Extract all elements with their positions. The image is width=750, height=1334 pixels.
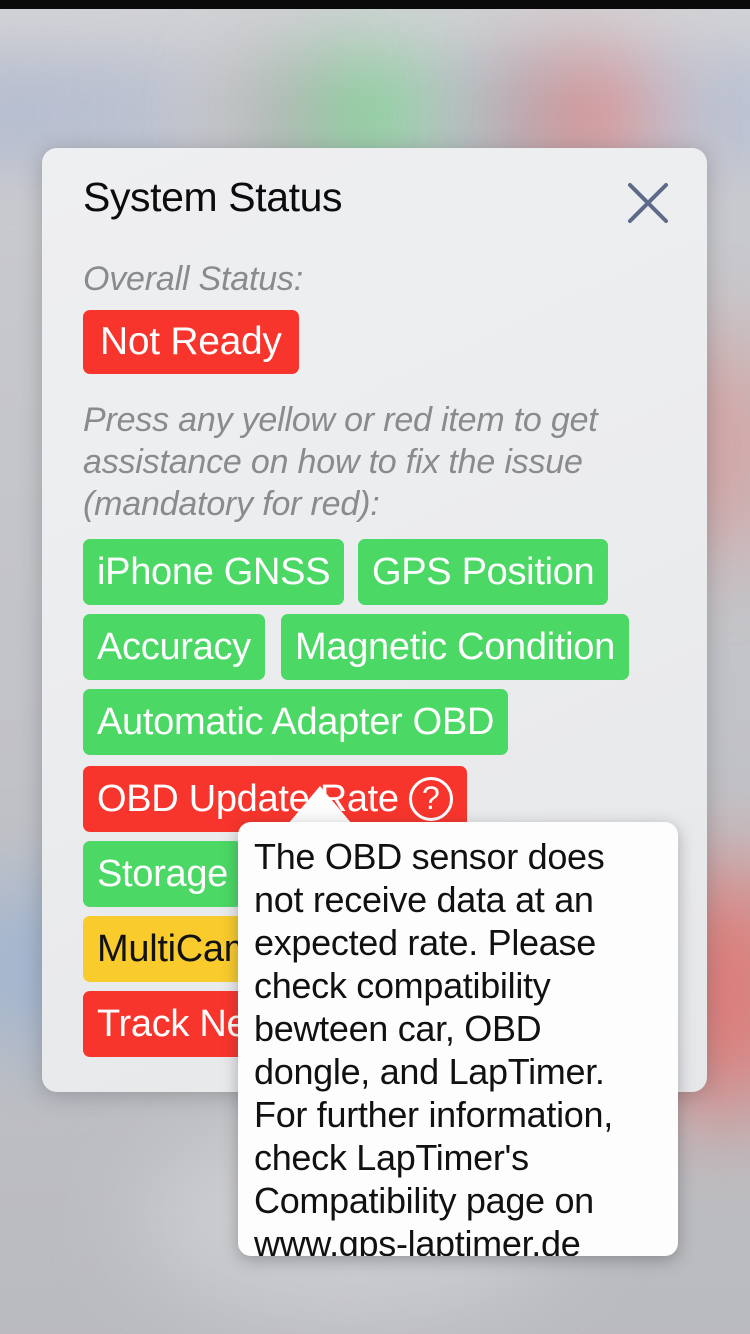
status-item-label: Automatic Adapter OBD: [97, 700, 495, 743]
status-item-label: MultiCam: [97, 927, 256, 970]
status-bar-strip: [0, 0, 750, 9]
status-item-label: GPS Position: [372, 550, 595, 593]
status-item-label: iPhone GNSS: [97, 550, 331, 593]
status-item-label: Accuracy: [97, 625, 251, 668]
status-item-storage[interactable]: Storage: [83, 841, 242, 907]
status-item-label: Magnetic Condition: [295, 625, 615, 668]
status-item-iphone-gnss[interactable]: iPhone GNSS: [83, 539, 345, 605]
help-tooltip[interactable]: The OBD sensor does not receive data at …: [238, 822, 678, 1256]
status-item-magnetic-condition[interactable]: Magnetic Condition: [281, 614, 629, 680]
status-item-label: OBD Update Rate: [97, 777, 399, 820]
question-mark-circle-icon[interactable]: ?: [408, 777, 453, 821]
status-item-label: Storage: [97, 852, 228, 895]
status-item-automatic-adapter-obd[interactable]: Automatic Adapter OBD: [83, 689, 509, 755]
status-item-gps-position[interactable]: GPS Position: [358, 539, 609, 605]
app-screen: System Status Overall Status: Not Ready …: [0, 0, 750, 1334]
tooltip-pointer: [288, 786, 352, 824]
help-tooltip-text: The OBD sensor does not receive data at …: [254, 836, 613, 1256]
status-item-label: Track Net: [97, 1002, 258, 1045]
status-item-accuracy[interactable]: Accuracy: [83, 614, 265, 680]
